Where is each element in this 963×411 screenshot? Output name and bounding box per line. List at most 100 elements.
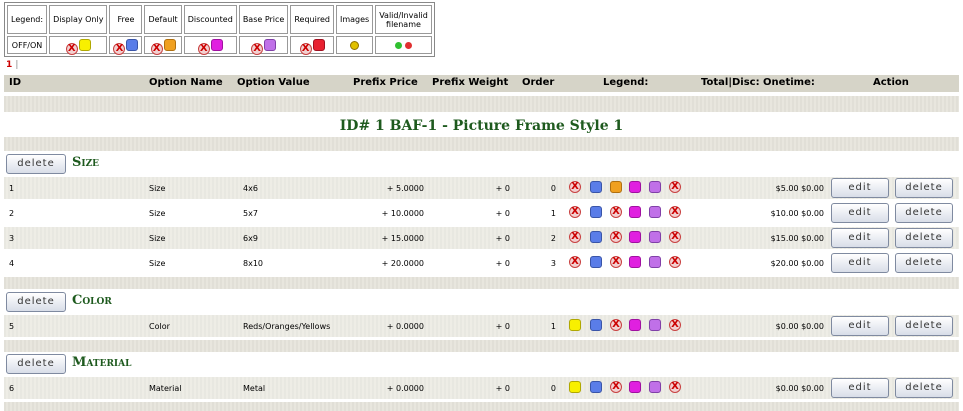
discounted-icon	[210, 39, 223, 51]
row-prefix-weight: + 0	[495, 234, 510, 243]
section-title-color: Color	[72, 293, 112, 308]
delete-button[interactable]: delete	[895, 228, 953, 248]
section-title-size: Size	[72, 155, 100, 170]
col-prefix-weight: Prefix Weight	[432, 77, 509, 88]
discounted-toggle-icon[interactable]	[629, 319, 641, 331]
off-icon: X	[251, 43, 264, 55]
default-toggle-icon[interactable]: X	[610, 231, 622, 243]
row-order: 1	[550, 322, 556, 331]
delete-button[interactable]: delete	[895, 316, 953, 336]
base-price-toggle-icon[interactable]	[649, 256, 661, 268]
row-order: 2	[550, 234, 556, 243]
edit-button[interactable]: edit	[831, 378, 889, 398]
base-price-toggle-icon[interactable]	[649, 231, 661, 243]
legend-discounted-cell: X	[183, 36, 237, 55]
row-option-name: Size	[149, 259, 166, 268]
legend-header: Base Price	[238, 5, 289, 34]
display-only-toggle-icon[interactable]	[569, 381, 581, 393]
row-prefix-price: + 10.0000	[381, 209, 424, 218]
spacer-band	[4, 340, 959, 352]
edit-button[interactable]: edit	[831, 253, 889, 273]
free-toggle-icon[interactable]	[590, 319, 602, 331]
legend-header: Legend:	[7, 5, 48, 34]
required-toggle-icon[interactable]: X	[669, 381, 681, 393]
off-icon: X	[65, 43, 78, 55]
legend-header: Discounted	[183, 5, 237, 34]
delete-option-material-button[interactable]: delete	[6, 354, 66, 374]
base-price-toggle-icon[interactable]	[649, 206, 661, 218]
edit-button[interactable]: edit	[831, 203, 889, 223]
default-toggle-icon[interactable]: X	[610, 206, 622, 218]
display-only-toggle-icon[interactable]	[569, 319, 581, 331]
legend-header: Default	[144, 5, 182, 34]
required-toggle-icon[interactable]: X	[669, 206, 681, 218]
discounted-toggle-icon[interactable]	[629, 256, 641, 268]
display-only-toggle-icon[interactable]: X	[569, 181, 581, 193]
spacer-band	[4, 96, 959, 112]
row-option-name: Material	[149, 384, 182, 393]
row-total: $20.00 $0.00	[770, 259, 824, 268]
default-toggle-icon[interactable]: X	[610, 381, 622, 393]
default-toggle-icon[interactable]: X	[610, 319, 622, 331]
delete-button[interactable]: delete	[895, 378, 953, 398]
discounted-toggle-icon[interactable]	[629, 381, 641, 393]
default-toggle-icon[interactable]	[610, 181, 622, 193]
required-toggle-icon[interactable]: X	[669, 231, 681, 243]
required-toggle-icon[interactable]: X	[669, 181, 681, 193]
edit-button[interactable]: edit	[831, 178, 889, 198]
col-order: Order	[522, 77, 555, 88]
display-only-toggle-icon[interactable]: X	[569, 231, 581, 243]
required-toggle-icon[interactable]: X	[669, 256, 681, 268]
legend-row-label: OFF/ON	[7, 36, 48, 54]
default-icon	[163, 39, 176, 51]
free-toggle-icon[interactable]	[590, 206, 602, 218]
table-row: 6 Material Metal + 0.0000 + 0 0 X X $0.0…	[4, 377, 959, 399]
discounted-toggle-icon[interactable]	[629, 231, 641, 243]
base-price-toggle-icon[interactable]	[649, 181, 661, 193]
table-row: 1 Size 4x6 + 5.0000 + 0 0 X X $5.00 $0.0…	[4, 177, 959, 199]
discounted-toggle-icon[interactable]	[629, 181, 641, 193]
free-toggle-icon[interactable]	[590, 181, 602, 193]
valid-filename-icon	[395, 41, 403, 49]
delete-option-size-button[interactable]: delete	[6, 154, 66, 174]
row-order: 0	[550, 184, 556, 193]
edit-button[interactable]: edit	[831, 316, 889, 336]
legend-header: Display Only	[49, 5, 108, 34]
free-toggle-icon[interactable]	[590, 381, 602, 393]
col-action: Action	[873, 77, 909, 88]
legend-required-cell: X	[290, 36, 334, 55]
delete-option-color-button[interactable]: delete	[6, 292, 66, 312]
row-option-name: Size	[149, 209, 166, 218]
off-icon: X	[299, 43, 312, 55]
free-toggle-icon[interactable]	[590, 231, 602, 243]
edit-button[interactable]: edit	[831, 228, 889, 248]
row-option-value: 5x7	[243, 209, 258, 218]
display-only-toggle-icon[interactable]: X	[569, 206, 581, 218]
row-id: 6	[9, 384, 15, 393]
legend-header: Images	[335, 5, 374, 34]
delete-button[interactable]: delete	[895, 253, 953, 273]
pager: 1 |	[6, 60, 18, 70]
table-row: 3 Size 6x9 + 15.0000 + 0 2 X X X $15.00 …	[4, 227, 959, 249]
off-icon: X	[150, 43, 163, 55]
row-option-value: 6x9	[243, 234, 258, 243]
required-icon	[312, 39, 325, 51]
display-only-toggle-icon[interactable]: X	[569, 256, 581, 268]
row-option-name: Color	[149, 322, 170, 331]
base-price-toggle-icon[interactable]	[649, 319, 661, 331]
delete-button[interactable]: delete	[895, 178, 953, 198]
free-toggle-icon[interactable]	[590, 256, 602, 268]
table-row: 2 Size 5x7 + 10.0000 + 0 1 X X X $10.00 …	[4, 202, 959, 224]
off-icon: X	[197, 43, 210, 55]
default-toggle-icon[interactable]: X	[610, 256, 622, 268]
product-title: ID# 1 BAF-1 - Picture Frame Style 1	[339, 118, 624, 134]
page-link[interactable]: 1	[6, 60, 12, 70]
row-id: 4	[9, 259, 15, 268]
row-option-name: Size	[149, 184, 166, 193]
legend-default-cell: X	[144, 36, 182, 55]
base-price-toggle-icon[interactable]	[649, 381, 661, 393]
required-toggle-icon[interactable]: X	[669, 319, 681, 331]
spacer-band	[4, 402, 959, 411]
discounted-toggle-icon[interactable]	[629, 206, 641, 218]
delete-button[interactable]: delete	[895, 203, 953, 223]
